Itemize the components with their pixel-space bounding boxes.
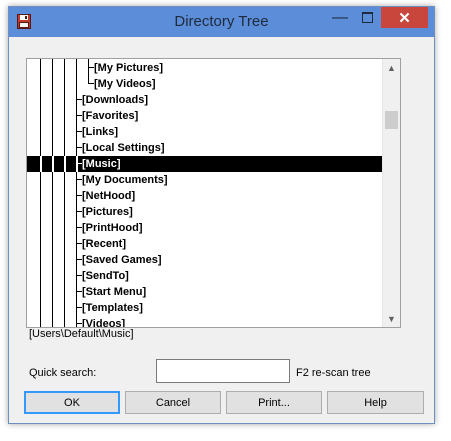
tree-item[interactable]: [Videos] — [27, 316, 383, 328]
tree-item[interactable]: [Start Menu] — [27, 284, 383, 300]
maximize-icon — [362, 12, 373, 23]
tree-item-label: [Videos] — [82, 318, 126, 328]
tree-item[interactable]: [Pictures] — [27, 204, 383, 220]
cancel-button[interactable]: Cancel — [125, 391, 221, 414]
current-path: [Users\Default\Music] — [29, 328, 134, 340]
tree-item[interactable]: [Local Settings] — [27, 140, 383, 156]
tree-item-label: [My Documents] — [82, 174, 168, 186]
tree-guide-line — [40, 156, 42, 172]
tree-item-label: [Templates] — [82, 302, 143, 314]
tree-guide-line — [52, 156, 54, 172]
tree-item[interactable]: [My Documents] — [27, 172, 383, 188]
tree-item[interactable]: [NetHood] — [27, 188, 383, 204]
rescan-hint: F2 re-scan tree — [296, 367, 371, 379]
title-bar[interactable]: Directory Tree — ✕ — [9, 7, 434, 37]
tree-guide-line — [64, 156, 66, 172]
scroll-thumb[interactable] — [385, 111, 398, 129]
ok-button[interactable]: OK — [24, 391, 120, 414]
tree-item-label: [NetHood] — [82, 190, 136, 202]
help-button[interactable]: Help — [327, 391, 424, 414]
tree-item-label: [Downloads] — [82, 94, 148, 106]
tree-item[interactable]: [SendTo] — [27, 268, 383, 284]
tree-item[interactable]: [Saved Games] — [27, 252, 383, 268]
tree-item[interactable]: [Downloads] — [27, 92, 383, 108]
tree-item-label: [Saved Games] — [82, 254, 162, 266]
tree-item[interactable]: [My Pictures] — [27, 60, 383, 76]
tree-item[interactable]: [Links] — [27, 124, 383, 140]
directory-tree[interactable]: [My Pictures] [My Videos] [Downloads] [Favo… — [26, 58, 401, 328]
tree-item[interactable]: [My Videos] — [27, 76, 383, 92]
tree-scrollbar[interactable]: ▲ ▼ — [382, 59, 400, 327]
scroll-up-button[interactable]: ▲ — [383, 59, 400, 76]
maximize-button[interactable] — [354, 7, 381, 28]
tree-item-label: [My Pictures] — [94, 62, 164, 74]
quick-search-input[interactable] — [156, 359, 290, 383]
tree-item[interactable]: [Music] — [27, 156, 383, 172]
tree-item-label: [Recent] — [82, 238, 127, 250]
tree-item[interactable]: [Templates] — [27, 300, 383, 316]
scroll-down-button[interactable]: ▼ — [383, 310, 400, 327]
minimize-button[interactable]: — — [326, 7, 354, 28]
tree-item-label: [My Videos] — [94, 78, 156, 90]
directory-tree-window: Directory Tree — ✕ [My Pictures] [My Vide… — [8, 6, 435, 424]
tree-item-label: [Music] — [82, 158, 121, 170]
tree-item[interactable]: [Favorites] — [27, 108, 383, 124]
tree-item[interactable]: [PrintHood] — [27, 220, 383, 236]
tree-item-label: [Favorites] — [82, 110, 139, 122]
tree-item-label: [Start Menu] — [82, 286, 147, 298]
tree-item-label: [Local Settings] — [82, 142, 165, 154]
print-button[interactable]: Print... — [226, 391, 322, 414]
tree-item-label: [Links] — [82, 126, 119, 138]
close-button[interactable]: ✕ — [381, 7, 428, 28]
tree-guide-line — [88, 59, 89, 84]
tree-item[interactable]: [Recent] — [27, 236, 383, 252]
tree-item-label: [Pictures] — [82, 206, 133, 218]
tree-guide-line — [76, 156, 78, 172]
tree-item-label: [PrintHood] — [82, 222, 143, 234]
tree-item-label: [SendTo] — [82, 270, 129, 282]
quick-search-label: Quick search: — [29, 367, 97, 379]
